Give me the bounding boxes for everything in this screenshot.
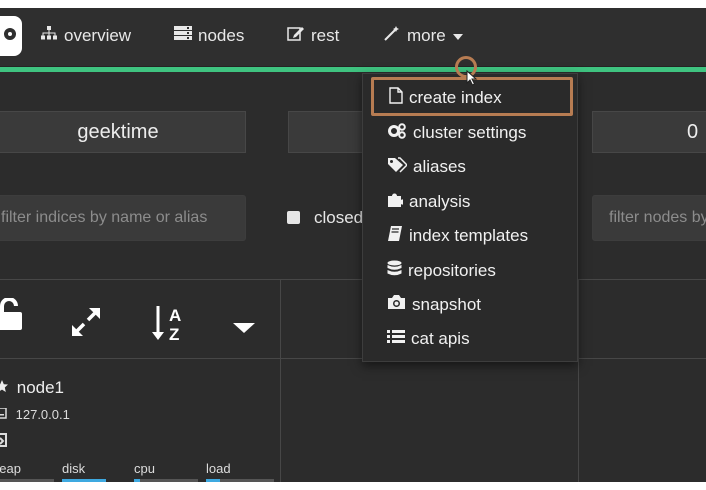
cluster-name-box: geektime: [0, 111, 246, 153]
node-name-label: node1: [16, 378, 65, 397]
cluster-count-box: 0: [592, 111, 706, 153]
accent-bar: [0, 67, 706, 72]
menu-item-label: snapshot: [412, 294, 481, 314]
metric-fill-disk: [62, 479, 106, 482]
metric-bar-disk: [62, 479, 106, 482]
nav-rest[interactable]: rest: [287, 25, 339, 46]
menu-item-snapshot[interactable]: snapshot: [387, 294, 481, 315]
metric-label-load: load: [206, 461, 231, 476]
edit-icon: [287, 25, 305, 46]
file-icon: [389, 87, 403, 109]
menu-item-create-index[interactable]: create index: [389, 87, 502, 109]
nav-overview[interactable]: overview: [40, 25, 131, 46]
menu-item-cluster-settings[interactable]: cluster settings: [387, 122, 526, 144]
menu-item-label: repositories: [408, 261, 496, 280]
metric-label-cpu: cpu: [134, 461, 155, 476]
metric-fill-cpu: [134, 479, 141, 482]
list-icon: [387, 329, 405, 349]
nav-more[interactable]: more: [383, 25, 464, 46]
top-navbar: overview nodes rest more: [0, 8, 706, 67]
indices-filter-input[interactable]: [0, 195, 246, 241]
puzzle-icon: [387, 191, 405, 213]
metric-fill-load: [206, 479, 220, 482]
server-icon: [174, 25, 192, 46]
grid-divider: [0, 279, 706, 280]
nav-rest-label: rest: [311, 25, 340, 45]
more-dropdown-menu: create index cluster settings aliases an…: [362, 73, 578, 362]
menu-item-cat-apis[interactable]: cat apis: [387, 329, 470, 349]
tags-icon: [387, 156, 409, 178]
menu-item-label: cat apis: [411, 329, 470, 348]
magic-wand-icon: [383, 25, 401, 46]
menu-item-aliases[interactable]: aliases: [387, 156, 466, 178]
node-ip-label: 127.0.0.1: [15, 407, 70, 422]
metric-label-disk: disk: [62, 461, 86, 476]
unlock-icon[interactable]: [0, 297, 24, 335]
book-icon: [387, 225, 403, 247]
app-window: overview nodes rest more geektime 0 filt…: [0, 8, 706, 482]
nav-nodes[interactable]: nodes: [174, 25, 244, 46]
menu-item-label: create index: [409, 88, 502, 107]
expand-icon[interactable]: [70, 306, 102, 343]
menu-item-repositories[interactable]: repositories: [387, 260, 496, 282]
menu-item-analysis[interactable]: analysis: [387, 191, 470, 213]
grid-divider: [0, 358, 706, 359]
app-logo[interactable]: [0, 16, 22, 56]
database-icon: [387, 260, 402, 282]
metric-bar-heap: [0, 479, 54, 482]
nav-more-label: more: [407, 25, 446, 45]
sitemap-icon: [40, 25, 58, 46]
grid-divider: [578, 279, 579, 482]
menu-item-label: index templates: [409, 226, 529, 245]
menu-item-label: analysis: [409, 192, 471, 211]
metric-bar-load: [206, 479, 274, 482]
menu-item-index-templates[interactable]: index templates: [387, 225, 528, 247]
grid-divider: [280, 279, 281, 482]
metric-bar-cpu: [134, 479, 198, 482]
caret-down-icon: [452, 26, 464, 46]
closed-checkbox[interactable]: [287, 211, 300, 224]
nav-overview-label: overview: [64, 25, 132, 45]
cogs-icon: [387, 122, 407, 144]
star-icon: [0, 378, 13, 397]
menu-item-label: aliases: [413, 157, 466, 176]
closed-label: closed: [314, 208, 364, 227]
node-ip: 127.0.0.1: [0, 407, 70, 422]
menu-item-label: cluster settings: [413, 123, 527, 142]
node-role-icon: [0, 432, 8, 453]
node-name[interactable]: node1: [0, 378, 64, 398]
metric-label-heap: heap: [0, 461, 21, 476]
nodes-filter-input[interactable]: [592, 195, 706, 241]
nav-nodes-label: nodes: [198, 25, 245, 45]
svg-text:Z: Z: [169, 325, 179, 342]
caret-down-icon[interactable]: [232, 321, 256, 339]
camera-icon: [387, 294, 406, 315]
drive-icon: [0, 407, 11, 422]
svg-text:A: A: [169, 306, 181, 325]
sort-alpha-icon[interactable]: AZ: [150, 304, 186, 347]
